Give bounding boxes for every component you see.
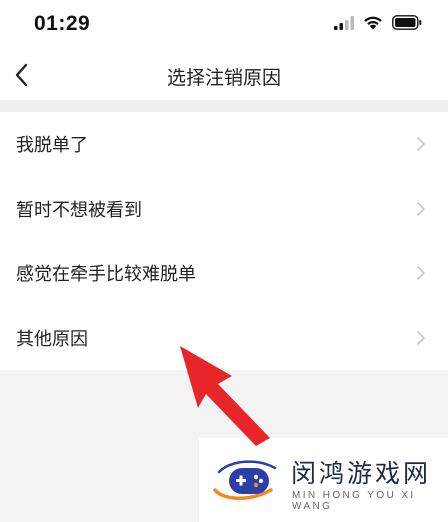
watermark: 闵鸿游戏网 MIN HONG YOU XI WANG [199,438,448,522]
reason-item-single[interactable]: 我脱单了 [0,112,448,177]
watermark-title: 闵鸿游戏网 [291,459,432,488]
battery-icon [392,15,422,30]
status-bar: 01:29 [0,0,448,50]
page-title: 选择注销原因 [166,67,281,89]
signal-icon [334,15,354,30]
chevron-right-icon [417,266,425,281]
status-icons [334,15,422,30]
section-divider [0,100,448,112]
reason-item-not-visible[interactable]: 暂时不想被看到 [0,177,448,242]
reason-label: 其他原因 [16,328,88,350]
gamepad-logo-icon [213,460,277,500]
status-time: 01:29 [34,12,91,35]
chevron-right-icon [417,201,425,216]
chevron-right-icon [417,137,425,152]
arrow-annotation [180,346,270,446]
navigation-bar: 选择注销原因 [0,50,448,100]
reason-item-hard-to-match[interactable]: 感觉在牵手比较难脱单 [0,241,448,306]
reason-label: 我脱单了 [16,135,88,157]
reason-label: 感觉在牵手比较难脱单 [16,264,196,286]
reason-label: 暂时不想被看到 [16,199,142,221]
reason-list: 我脱单了 暂时不想被看到 感觉在牵手比较难脱单 其他原因 [0,112,448,370]
wifi-icon [364,16,382,30]
watermark-subtitle: MIN HONG YOU XI WANG [292,490,416,512]
chevron-right-icon [417,330,425,345]
